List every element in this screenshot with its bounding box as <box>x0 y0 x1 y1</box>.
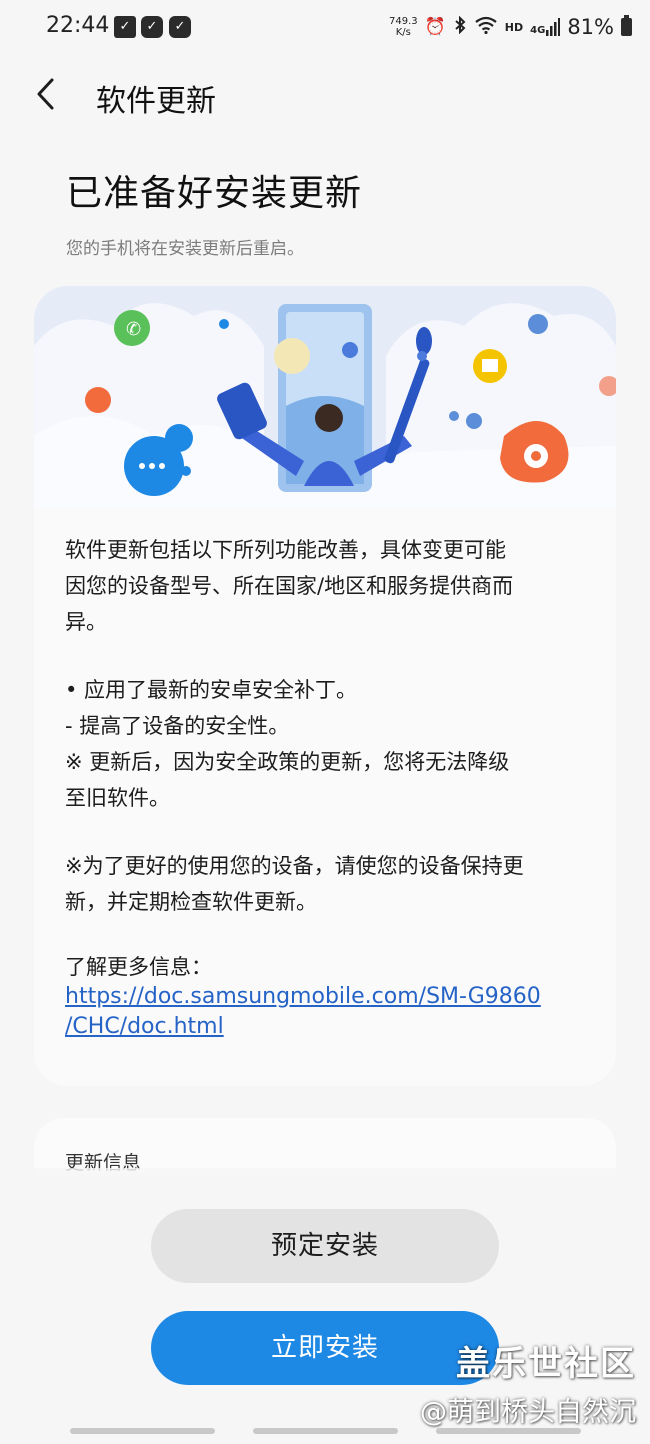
description-line: 软件更新包括以下所列功能改善，具体变更可能 <box>65 538 506 562</box>
nav-recents-handle[interactable] <box>70 1428 215 1434</box>
signal-icon: 4G <box>530 18 561 36</box>
note-line: ※为了更好的使用您的设备，请使您的设备保持更 <box>65 854 524 878</box>
back-button[interactable] <box>30 74 66 114</box>
install-now-button[interactable]: 立即安装 <box>151 1311 499 1385</box>
changes-list: • 应用了最新的安卓安全补丁。 - 提高了设备的安全性。 ※ 更新后，因为安全政… <box>65 672 595 816</box>
network-speed: 749.3 K/s <box>388 16 418 38</box>
alarm-icon: ⏰ <box>424 17 446 37</box>
link-line[interactable]: /CHC/doc.html <box>65 1014 224 1039</box>
watermark-brand: 盖乐世社区 <box>456 1344 636 1384</box>
page-title: 软件更新 <box>96 84 216 119</box>
back-chevron-icon <box>37 78 54 110</box>
update-ready-headline: 已准备好安装更新 <box>66 173 363 214</box>
wifi-icon <box>474 16 498 38</box>
navigation-bar <box>0 1424 650 1444</box>
battery-percent: 81% <box>567 15 614 39</box>
note-line: 新，并定期检查软件更新。 <box>65 890 317 914</box>
link-line[interactable]: https://doc.samsungmobile.com/SM-G9860 <box>65 984 541 1009</box>
description-line: 异。 <box>65 610 107 634</box>
bluetooth-icon <box>453 15 467 39</box>
release-notes-text: 软件更新包括以下所列功能改善，具体变更可能 因您的设备型号、所在国家/地区和服务… <box>65 532 595 1042</box>
scroll-fade <box>0 1168 650 1198</box>
more-info-link[interactable]: https://doc.samsungmobile.com/SM-G9860 /… <box>65 982 595 1042</box>
hd-indicator: HD <box>504 20 524 34</box>
app-notification-icon: ✓ <box>141 16 163 38</box>
svg-text:✆: ✆ <box>126 319 141 340</box>
network-type: 4G <box>530 25 546 36</box>
status-time: 22:44 <box>46 13 110 38</box>
status-bar: 22:44 ✓ ✓ ✓ 749.3 K/s ⏰ HD 4G 81% <box>0 0 650 56</box>
release-notes-card: ✆ 软件更新包括以下所列功能改善，具体变更可能 因您的设备型号、所在国家/地区和… <box>34 286 616 1086</box>
note-paragraph: ※为了更好的使用您的设备，请使您的设备保持更 新，并定期检查软件更新。 <box>65 848 595 920</box>
app-notification-icon-2: ✓ <box>169 16 191 38</box>
list-item: ※ 更新后，因为安全政策的更新，您将无法降级 <box>65 750 510 774</box>
list-item: - 提高了设备的安全性。 <box>65 714 290 738</box>
nav-back-handle[interactable] <box>436 1428 581 1434</box>
checkbox-notification-icon: ✓ <box>114 16 136 38</box>
restart-notice: 您的手机将在安装更新后重启。 <box>66 239 304 259</box>
battery-icon <box>621 15 632 36</box>
list-item: 至旧软件。 <box>65 786 170 810</box>
more-info-section: 了解更多信息： https://doc.samsungmobile.com/SM… <box>65 952 595 1042</box>
list-item: • 应用了最新的安卓安全补丁。 <box>65 678 358 702</box>
description-line: 因您的设备型号、所在国家/地区和服务提供商而 <box>65 574 514 598</box>
nav-home-handle[interactable] <box>253 1428 398 1434</box>
schedule-install-button[interactable]: 预定安装 <box>151 1209 499 1283</box>
status-icons: 749.3 K/s ⏰ HD 4G 81% <box>389 12 632 42</box>
more-info-label: 了解更多信息： <box>65 955 212 979</box>
update-illustration: ✆ <box>34 286 616 508</box>
description-paragraph: 软件更新包括以下所列功能改善，具体变更可能 因您的设备型号、所在国家/地区和服务… <box>65 532 595 640</box>
